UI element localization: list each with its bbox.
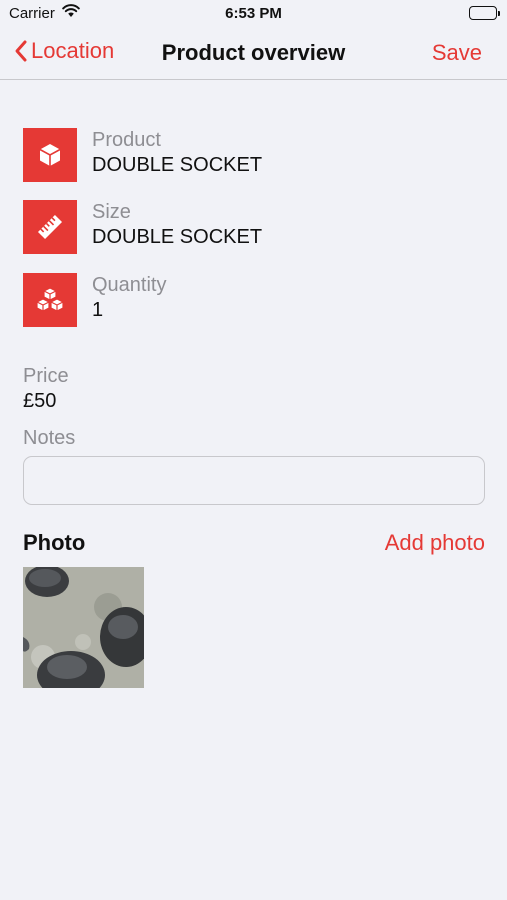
add-photo-button[interactable]: Add photo [385,530,485,556]
notes-field[interactable] [23,456,485,505]
ruler-icon [23,200,77,254]
status-time: 6:53 PM [225,5,282,22]
notes-label: Notes [23,427,76,449]
navigation-bar: Location Product overview Save [0,28,507,80]
boxes-icon [23,273,77,327]
size-label: Size [92,201,131,223]
product-row: Product DOUBLE SOCKET [23,128,483,182]
save-button[interactable]: Save [432,40,482,66]
price-label: Price [23,365,69,387]
size-row: Size DOUBLE SOCKET [23,200,483,254]
photo-heading: Photo [23,530,86,555]
size-value: DOUBLE SOCKET [92,226,263,248]
quantity-label: Quantity [92,274,167,296]
photo-thumbnail[interactable] [23,567,144,688]
cube-icon [23,128,77,182]
quantity-value: 1 [92,299,104,321]
status-bar: Carrier 6:53 PM [0,0,507,28]
price-value: £50 [23,390,57,412]
quantity-row: Quantity 1 [23,273,483,327]
product-value: DOUBLE SOCKET [92,154,263,176]
battery-icon [469,6,500,20]
product-label: Product [92,129,161,151]
